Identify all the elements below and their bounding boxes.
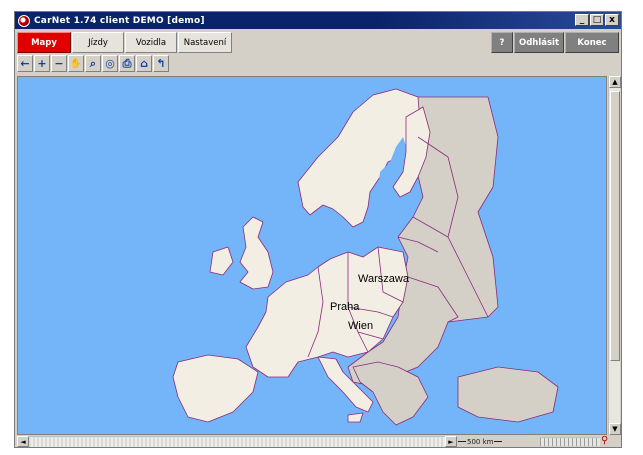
home-icon[interactable]: ⌂ bbox=[136, 55, 152, 72]
help-button[interactable]: ? bbox=[491, 32, 513, 53]
window-controls: _ □ x bbox=[575, 14, 619, 26]
map-canvas[interactable]: Warszawa Praha Wien bbox=[17, 76, 607, 435]
city-label-praha[interactable]: Praha bbox=[330, 301, 359, 313]
city-label-wien[interactable]: Wien bbox=[348, 320, 373, 332]
back-arrow-icon[interactable]: ← bbox=[17, 55, 33, 72]
tab-vozidla[interactable]: Vozidla bbox=[125, 32, 177, 53]
ireland-region bbox=[209, 246, 234, 276]
iberia-region bbox=[172, 354, 259, 423]
menu-spacer bbox=[233, 32, 490, 53]
vertical-scrollbar[interactable]: ▲ ▼ bbox=[608, 76, 621, 435]
horizontal-scroll-thumb[interactable] bbox=[29, 437, 445, 447]
scale-bar-right-line bbox=[494, 441, 503, 442]
maximize-button[interactable]: □ bbox=[590, 14, 604, 26]
horizontal-scrollbar[interactable]: ◄ ► bbox=[17, 436, 457, 447]
scroll-left-icon[interactable]: ◄ bbox=[17, 436, 29, 447]
print-icon[interactable]: ⎙ bbox=[119, 55, 135, 72]
close-button[interactable]: x bbox=[605, 14, 619, 26]
zoom-in-icon[interactable]: + bbox=[34, 55, 50, 72]
minimize-button[interactable]: _ bbox=[575, 14, 589, 26]
vertical-scroll-thumb[interactable] bbox=[610, 91, 620, 361]
uk-region bbox=[239, 216, 274, 290]
city-label-warszawa[interactable]: Warszawa bbox=[358, 273, 409, 285]
exit-button[interactable]: Konec bbox=[565, 32, 619, 53]
sicily-region bbox=[347, 412, 364, 423]
target-icon[interactable]: ◎ bbox=[102, 55, 118, 72]
main-menu: Mapy Jízdy Vozidla Nastavení ? Odhlásit … bbox=[17, 32, 619, 53]
zoom-magnifier-icon[interactable]: ⚲ bbox=[601, 435, 608, 446]
tab-jizdy[interactable]: Jízdy bbox=[72, 32, 124, 53]
scale-bar-left-line bbox=[458, 441, 466, 442]
turkey-region bbox=[457, 366, 559, 423]
map-toolbar: ← + − ✋ ⌕ ◎ ⎙ ⌂ ↰ bbox=[17, 55, 169, 73]
zoom-out-icon[interactable]: − bbox=[51, 55, 67, 72]
zoom-search-icon[interactable]: ⌕ bbox=[85, 55, 101, 72]
scroll-right-icon[interactable]: ► bbox=[445, 436, 457, 447]
title-bar[interactable]: CarNet 1.74 client DEMO [demo] _ □ x bbox=[15, 12, 621, 29]
app-window: CarNet 1.74 client DEMO [demo] _ □ x Map… bbox=[14, 11, 622, 448]
logout-button[interactable]: Odhlásit bbox=[514, 32, 564, 53]
carnet-logo-icon bbox=[18, 14, 30, 27]
tab-nastaveni[interactable]: Nastavení bbox=[178, 32, 232, 53]
scroll-down-icon[interactable]: ▼ bbox=[609, 423, 621, 435]
scroll-up-icon[interactable]: ▲ bbox=[609, 76, 621, 88]
window-title: CarNet 1.74 client DEMO [demo] bbox=[34, 15, 205, 26]
tab-mapy[interactable]: Mapy bbox=[17, 32, 71, 53]
up-arrow-icon[interactable]: ↰ bbox=[153, 55, 169, 72]
scale-label: 500 km bbox=[467, 437, 494, 446]
zoom-slider[interactable] bbox=[540, 437, 600, 446]
pan-hand-icon[interactable]: ✋ bbox=[68, 55, 84, 72]
europe-map bbox=[172, 88, 559, 426]
